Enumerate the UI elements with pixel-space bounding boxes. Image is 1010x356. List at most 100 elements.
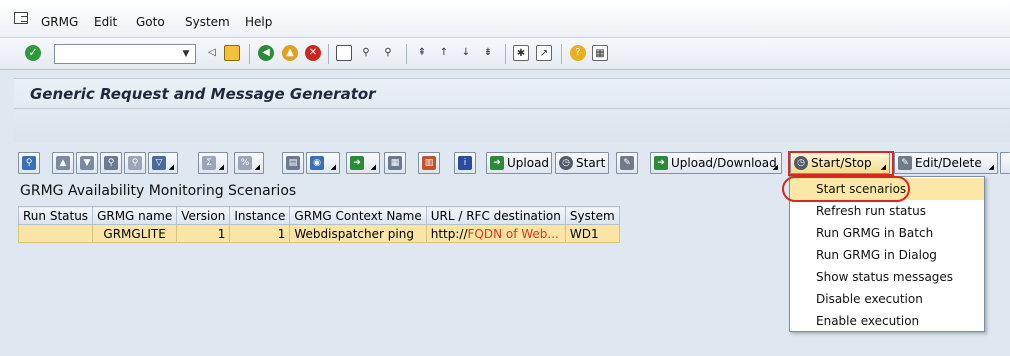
sort-descending-button[interactable]: ▼ — [76, 152, 98, 174]
dropdown-arrow-icon: ◢ — [370, 163, 376, 171]
find-next-icon: ⚲ — [128, 156, 142, 170]
information-button[interactable]: i — [454, 152, 476, 174]
chevron-down-icon[interactable]: ▼ — [177, 45, 195, 63]
upload-icon: ➜ — [490, 156, 504, 170]
pencil-icon: ✎ — [620, 156, 634, 170]
run-status-cell[interactable] — [17, 224, 94, 243]
version-cell[interactable]: 1 — [176, 224, 231, 243]
url-prefix: http:// — [430, 226, 468, 241]
context-name-cell[interactable]: Webdispatcher ping — [289, 224, 427, 243]
toolbar-separator — [406, 44, 407, 64]
menu-goto[interactable]: Goto — [136, 15, 165, 29]
standard-toolbar: ✓ ▼ ◁ ◀ ▲ ✕ ⚲ ⚲ ⇞ ↑ ↓ ⇟ ✱ ↗ ? ▦ — [0, 38, 1010, 70]
column-header[interactable]: Run Status — [17, 206, 94, 225]
toolbar-separator — [249, 44, 250, 64]
views-icon: ◉ — [310, 156, 324, 170]
menu-grmg[interactable]: GRMG — [41, 15, 78, 29]
exit-icon[interactable]: ▲ — [282, 45, 298, 61]
previous-page-icon[interactable]: ↑ — [436, 45, 452, 61]
sort-ascending-button[interactable]: ▲ — [52, 152, 74, 174]
column-header[interactable]: GRMG name — [92, 206, 178, 225]
find-button[interactable]: ⚲ — [100, 152, 122, 174]
filter-button[interactable]: ▽ ◢ — [148, 152, 178, 174]
menu-item-show-status-messages[interactable]: Show status messages — [790, 266, 984, 288]
layout-menu-icon[interactable]: ▦ — [592, 45, 608, 61]
toolbar-separator — [561, 44, 562, 64]
subtotal-button[interactable]: % ◢ — [234, 152, 264, 174]
overflow-button[interactable] — [1000, 152, 1010, 174]
menu-help[interactable]: Help — [245, 15, 272, 29]
details-button[interactable]: ⚲ — [18, 152, 40, 174]
back-arrow-icon[interactable]: ◁ — [204, 45, 220, 61]
views-button[interactable]: ◉ ◢ — [306, 152, 340, 174]
menu-item-refresh-run-status[interactable]: Refresh run status — [790, 200, 984, 222]
enter-check-icon[interactable]: ✓ — [25, 45, 41, 61]
instance-cell[interactable]: 1 — [229, 224, 291, 243]
title-divider — [14, 108, 1010, 109]
menu-bar: GRMG Edit Goto System Help — [0, 0, 1010, 38]
print-preview-icon: ▤ — [286, 156, 300, 170]
column-header[interactable]: System — [564, 206, 620, 225]
column-header[interactable]: Instance — [229, 206, 291, 225]
upload-download-icon: ➜ — [654, 156, 668, 170]
menu-edit[interactable]: Edit — [94, 15, 117, 29]
column-header[interactable]: URL / RFC destination — [425, 206, 566, 225]
start-button[interactable]: ◷ Start — [555, 152, 609, 174]
export-button[interactable]: ➜ ◢ — [346, 152, 380, 174]
create-session-icon[interactable]: ✱ — [513, 45, 529, 61]
table-row[interactable]: GRMGLITE 1 1 Webdispatcher ping http://F… — [17, 224, 620, 243]
last-page-icon[interactable]: ⇟ — [480, 45, 496, 61]
grmg-name-cell[interactable]: GRMGLITE — [92, 224, 178, 243]
pencil-icon: ✎ — [898, 156, 912, 170]
back-icon[interactable]: ◀ — [258, 45, 274, 61]
menu-item-run-in-batch[interactable]: Run GRMG in Batch — [790, 222, 984, 244]
save-icon[interactable] — [224, 45, 240, 61]
column-header[interactable]: GRMG Context Name — [289, 206, 427, 225]
edit-button[interactable]: ✎ — [616, 152, 638, 174]
menu-item-run-in-dialog[interactable]: Run GRMG in Dialog — [790, 244, 984, 266]
table-header-row: Run Status GRMG name Version Instance GR… — [17, 206, 620, 225]
command-field[interactable]: ▼ — [54, 44, 196, 64]
layout-button[interactable]: ▦ — [384, 152, 406, 174]
dropdown-arrow-icon: ◢ — [330, 163, 336, 171]
url-placeholder: FQDN of Web... — [467, 226, 559, 241]
column-header[interactable]: Version — [176, 206, 231, 225]
annotation-highlight-rectangle — [788, 151, 894, 176]
find-icon[interactable]: ⚲ — [358, 45, 374, 61]
find-next-button[interactable]: ⚲ — [124, 152, 146, 174]
print-icon[interactable] — [336, 45, 352, 61]
menu-item-disable-execution[interactable]: Disable execution — [790, 288, 984, 310]
dropdown-arrow-icon: ◢ — [988, 163, 994, 171]
menu-item-enable-execution[interactable]: Enable execution — [790, 310, 984, 332]
menu-system[interactable]: System — [185, 15, 230, 29]
shortcut-icon[interactable]: ↗ — [536, 45, 552, 61]
info-icon: i — [458, 156, 472, 170]
magnifier-icon: ⚲ — [22, 156, 36, 170]
menu-icon[interactable] — [14, 12, 28, 24]
page-title: Generic Request and Message Generator — [30, 85, 376, 103]
print-preview-button[interactable]: ▤ — [282, 152, 304, 174]
title-area: Generic Request and Message Generator — [14, 78, 1010, 142]
next-page-icon[interactable]: ↓ — [458, 45, 474, 61]
annotation-highlight-oval — [782, 176, 910, 202]
upload-button[interactable]: ➜ Upload — [486, 152, 552, 174]
graphic-button[interactable]: ▥ — [418, 152, 440, 174]
sum-icon: Σ — [202, 156, 216, 170]
subtotal-icon: % — [238, 156, 252, 170]
first-page-icon[interactable]: ⇞ — [414, 45, 430, 61]
upload-download-button[interactable]: ➜ Upload/Download ◢ — [650, 152, 782, 174]
cancel-icon[interactable]: ✕ — [305, 45, 321, 61]
find-next-icon[interactable]: ⚲ — [380, 45, 396, 61]
help-icon[interactable]: ? — [570, 45, 586, 61]
dropdown-arrow-icon: ◢ — [218, 163, 224, 171]
system-cell[interactable]: WD1 — [564, 224, 620, 243]
dropdown-arrow-icon: ◢ — [772, 163, 778, 171]
url-cell[interactable]: http://FQDN of Web... — [425, 224, 566, 243]
binoculars-icon: ⚲ — [104, 156, 118, 170]
total-button[interactable]: Σ ◢ — [198, 152, 228, 174]
edit-delete-button[interactable]: ✎ Edit/Delete ◢ — [894, 152, 998, 174]
filter-icon: ▽ — [152, 156, 166, 170]
scenario-table: Run Status GRMG name Version Instance GR… — [17, 206, 620, 243]
dropdown-arrow-icon: ◢ — [254, 163, 260, 171]
sort-descending-icon: ▼ — [80, 156, 94, 170]
